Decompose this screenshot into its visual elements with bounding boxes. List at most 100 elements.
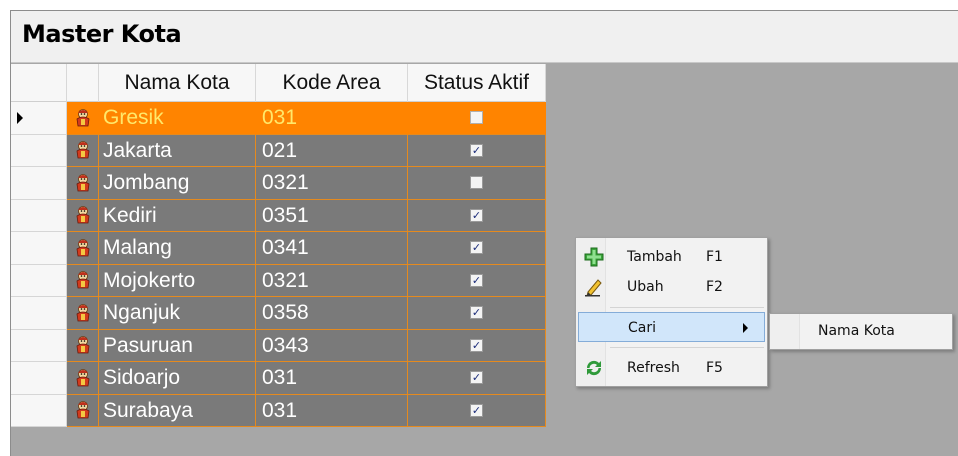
table-row[interactable]: Sidoarjo 031 ✓	[11, 362, 546, 395]
cell-status-aktif[interactable]: ✓	[408, 394, 546, 427]
row-selector[interactable]	[11, 102, 67, 135]
submenu-arrow-icon	[743, 323, 748, 333]
cell-nama-kota[interactable]: Jombang	[99, 167, 256, 200]
cell-status-aktif[interactable]: ✓	[408, 297, 546, 330]
cell-kode-area[interactable]: 0343	[256, 329, 408, 362]
cell-kode-area[interactable]: 0358	[256, 297, 408, 330]
table-row[interactable]: Pasuruan 0343 ✓	[11, 329, 546, 362]
status-aktif-checkbox[interactable]: ✓	[470, 338, 483, 352]
menu-item-tambah[interactable]: Tambah F1	[578, 242, 765, 272]
table-row[interactable]: Jombang 0321	[11, 167, 546, 200]
menu-item-ubah[interactable]: Ubah F2	[578, 272, 765, 302]
row-icon-cell[interactable]	[67, 199, 99, 232]
cell-nama-kota[interactable]: Gresik	[99, 102, 256, 135]
row-selector[interactable]	[11, 199, 67, 232]
menu-item-refresh[interactable]: Refresh F5	[578, 353, 765, 383]
row-header-corner[interactable]	[11, 64, 67, 102]
cell-status-aktif[interactable]: ✓	[408, 232, 546, 265]
menu-icon-gutter	[770, 314, 800, 349]
table-row[interactable]: Malang 0341 ✓	[11, 232, 546, 265]
city-icon	[76, 303, 89, 322]
status-aktif-checkbox[interactable]: ✓	[470, 241, 483, 255]
cell-kode-area[interactable]: 0341	[256, 232, 408, 265]
status-aktif-checkbox[interactable]: ✓	[470, 273, 483, 287]
row-selector[interactable]	[11, 329, 67, 362]
add-icon	[584, 247, 604, 267]
status-aktif-checkbox[interactable]: ✓	[470, 403, 483, 417]
row-selector[interactable]	[11, 264, 67, 297]
cell-status-aktif[interactable]: ✓	[408, 264, 546, 297]
row-selector[interactable]	[11, 394, 67, 427]
row-icon-cell[interactable]	[67, 264, 99, 297]
cell-nama-kota[interactable]: Pasuruan	[99, 329, 256, 362]
cell-kode-area[interactable]: 031	[256, 102, 408, 135]
current-row-arrow-icon	[17, 112, 23, 124]
cell-kode-area[interactable]: 031	[256, 362, 408, 395]
table-row[interactable]: Nganjuk 0358 ✓	[11, 297, 546, 330]
status-aktif-checkbox[interactable]: ✓	[470, 143, 483, 157]
table-row[interactable]: Gresik 031	[11, 102, 546, 135]
menu-item-label: Ubah	[627, 279, 664, 295]
status-aktif-checkbox[interactable]: ✓	[470, 208, 483, 222]
row-selector[interactable]	[11, 232, 67, 265]
row-selector[interactable]	[11, 362, 67, 395]
city-icon	[76, 401, 89, 419]
row-icon-cell[interactable]	[67, 134, 99, 167]
table-row[interactable]: Jakarta 021 ✓	[11, 134, 546, 167]
cell-nama-kota[interactable]: Surabaya	[99, 394, 256, 427]
menu-separator	[610, 347, 764, 348]
table-row[interactable]: Kediri 0351 ✓	[11, 199, 546, 232]
cell-nama-kota[interactable]: Sidoarjo	[99, 362, 256, 395]
row-icon-cell[interactable]	[67, 297, 99, 330]
cell-kode-area[interactable]: 031	[256, 394, 408, 427]
cell-status-aktif[interactable]: ✓	[408, 134, 546, 167]
cell-nama-kota[interactable]: Mojokerto	[99, 264, 256, 297]
cell-nama-kota[interactable]: Jakarta	[99, 134, 256, 167]
row-selector[interactable]	[11, 167, 67, 200]
status-aktif-checkbox[interactable]: ✓	[470, 306, 483, 320]
row-icon-cell[interactable]	[67, 362, 99, 395]
menu-item-label: Refresh	[627, 360, 680, 376]
cell-status-aktif[interactable]: ✓	[408, 329, 546, 362]
city-icon	[76, 238, 89, 257]
cell-nama-kota[interactable]: Malang	[99, 232, 256, 265]
status-aktif-checkbox[interactable]: ✓	[470, 371, 483, 385]
column-header-kode-area[interactable]: Kode Area	[256, 64, 408, 102]
status-aktif-checkbox[interactable]	[470, 111, 483, 125]
cell-status-aktif[interactable]	[408, 102, 546, 135]
cell-nama-kota[interactable]: Kediri	[99, 199, 256, 232]
cell-kode-area[interactable]: 0351	[256, 199, 408, 232]
menu-item-cari[interactable]: Cari	[578, 312, 765, 342]
city-icon	[76, 271, 89, 289]
city-icon	[76, 336, 89, 354]
cell-status-aktif[interactable]	[408, 167, 546, 200]
cell-kode-area[interactable]: 021	[256, 134, 408, 167]
row-selector[interactable]	[11, 134, 67, 167]
submenu-cari: Nama Kota	[769, 313, 953, 350]
row-icon-cell[interactable]	[67, 232, 99, 265]
submenu-item-nama-kota[interactable]: Nama Kota	[818, 323, 895, 339]
row-icon-cell[interactable]	[67, 167, 99, 200]
row-selector[interactable]	[11, 297, 67, 330]
cell-nama-kota[interactable]: Nganjuk	[99, 297, 256, 330]
column-header-nama-kota[interactable]: Nama Kota	[99, 64, 256, 102]
city-icon	[76, 206, 89, 224]
cell-kode-area[interactable]: 0321	[256, 264, 408, 297]
kota-grid[interactable]: Nama Kota Kode Area Status Aktif Gresik 0…	[11, 64, 546, 427]
status-aktif-checkbox[interactable]	[470, 176, 483, 190]
cell-kode-area[interactable]: 0321	[256, 167, 408, 200]
grid-body: Gresik 031 Jakarta 021 ✓ Jombang 0321 Kediri 035…	[11, 102, 546, 427]
row-icon-cell[interactable]	[67, 102, 99, 135]
cell-status-aktif[interactable]: ✓	[408, 199, 546, 232]
row-icon-cell[interactable]	[67, 394, 99, 427]
row-icon-cell[interactable]	[67, 329, 99, 362]
city-icon	[76, 173, 89, 192]
table-row[interactable]: Mojokerto 0321 ✓	[11, 264, 546, 297]
column-header-status-aktif[interactable]: Status Aktif	[408, 64, 546, 102]
refresh-icon	[586, 360, 602, 376]
window-title: Master Kota	[22, 20, 182, 48]
icon-column-header[interactable]	[67, 64, 99, 102]
cell-status-aktif[interactable]: ✓	[408, 362, 546, 395]
table-row[interactable]: Surabaya 031 ✓	[11, 394, 546, 427]
title-bar: Master Kota	[11, 11, 958, 63]
